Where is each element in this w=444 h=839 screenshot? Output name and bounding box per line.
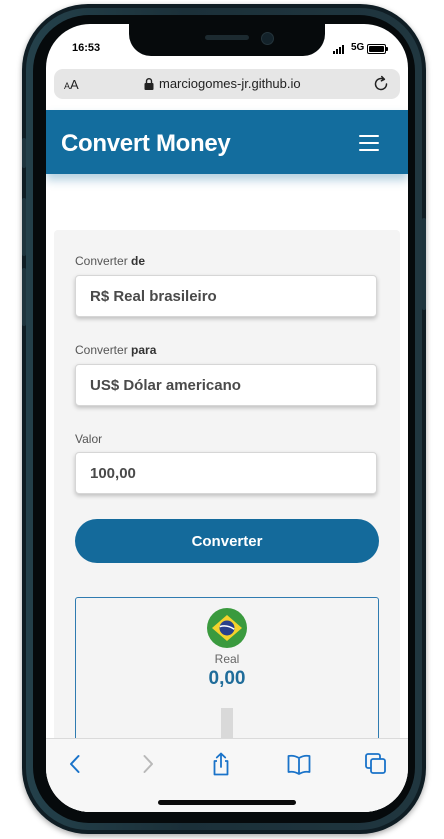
volume-down-button: [22, 268, 26, 326]
signal-icon: [333, 45, 344, 54]
app-header: Convert Money: [46, 110, 408, 174]
from-currency-select[interactable]: R$ Real brasileiro: [75, 275, 377, 317]
back-icon[interactable]: [63, 751, 89, 777]
reload-icon[interactable]: [372, 75, 390, 93]
converter-card: Converter de R$ Real brasileiro Converte…: [54, 230, 400, 812]
front-camera: [261, 32, 274, 45]
bookmarks-icon[interactable]: [286, 751, 312, 777]
phone-screen: 16:53 5G AA marciogomes-jr.github.io Con…: [46, 24, 408, 812]
mute-switch: [22, 138, 26, 168]
browser-toolbar: [46, 738, 408, 812]
to-currency-select[interactable]: US$ Dólar americano: [75, 364, 377, 406]
url-text: marciogomes-jr.github.io: [159, 76, 301, 91]
hamburger-menu-icon[interactable]: [359, 135, 379, 151]
amount-input[interactable]: [75, 452, 377, 494]
app-title: Convert Money: [61, 130, 231, 157]
home-indicator[interactable]: [158, 800, 296, 805]
earpiece-speaker: [205, 35, 249, 40]
amount-label: Valor: [75, 432, 103, 446]
address-bar[interactable]: AA marciogomes-jr.github.io: [54, 69, 400, 99]
forward-icon: [143, 755, 153, 773]
to-currency-label: Converter para: [75, 343, 157, 357]
result-value: 0,00: [208, 668, 246, 689]
status-time: 16:53: [72, 42, 101, 54]
power-button: [422, 218, 426, 310]
tabs-icon[interactable]: [363, 751, 389, 777]
network-type: 5G: [351, 42, 365, 53]
volume-up-button: [22, 198, 26, 256]
swap-arrow-icon: [221, 708, 233, 738]
brazil-flag-icon: [207, 608, 247, 648]
result-currency-name: Real: [214, 652, 240, 666]
notch: [129, 24, 325, 56]
share-icon[interactable]: [208, 751, 234, 777]
convert-button[interactable]: Converter: [75, 519, 379, 563]
lock-icon: [144, 78, 154, 90]
battery-icon: [367, 44, 388, 54]
text-size-button[interactable]: AA: [64, 77, 79, 92]
from-currency-label: Converter de: [75, 254, 146, 268]
